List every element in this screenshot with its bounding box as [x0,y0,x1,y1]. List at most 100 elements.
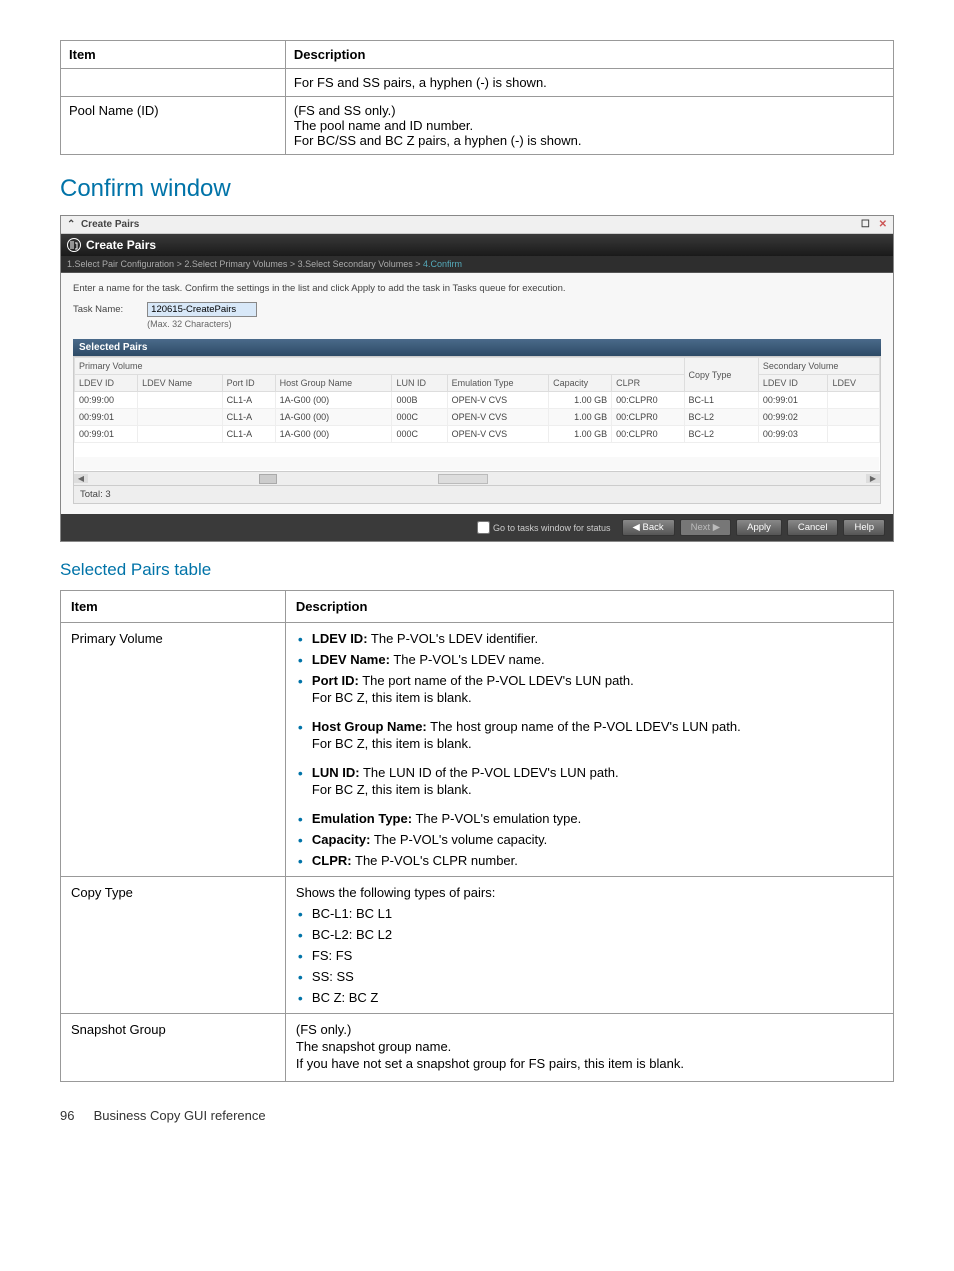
cell-ldev_id: 00:99:01 [75,409,138,426]
sep: > [287,259,297,269]
table-row: Primary VolumeLDEV ID: The P-VOL's LDEV … [61,623,894,877]
desc-line: If you have not set a snapshot group for… [296,1056,883,1071]
sub-line: For BC Z, this item is blank. [312,736,883,751]
wizard-steps: 1.Select Pair Configuration > 2.Select P… [61,256,893,273]
dialog-titlebar: ⌃ Create Pairs ☐ ✕ [61,216,893,234]
cell-item: Copy Type [61,877,286,1014]
dialog-header-text: Create Pairs [86,238,156,252]
table-row: Pool Name (ID) (FS and SS only.) The poo… [61,97,894,155]
list-item: FS: FS [296,948,883,963]
desc-intro: Shows the following types of pairs: [296,885,883,900]
sep: > [174,259,184,269]
cell-lun_id: 000C [392,426,447,443]
sep: > [413,259,423,269]
bullet-list: BC-L1: BC L1BC-L2: BC L2FS: FSSS: SSBC Z… [296,906,883,1005]
instruction-text: Enter a name for the task. Confirm the s… [73,283,881,294]
subsection-heading: Selected Pairs table [60,560,894,580]
cell-clpr: 00:CLPR0 [612,426,684,443]
list-item: Capacity: The P-VOL's volume capacity. [296,832,883,847]
cell-sec_ldev_id: 00:99:01 [758,392,828,409]
wizard-step-2[interactable]: 2.Select Primary Volumes [184,259,287,269]
cell-sec_ldev_id: 00:99:02 [758,409,828,426]
help-button[interactable]: Help [843,519,885,536]
col-sec-ldev: LDEV [828,375,880,392]
cancel-button[interactable]: Cancel [787,519,839,536]
cell-port_id: CL1-A [222,426,275,443]
cell-desc: For FS and SS pairs, a hyphen (-) is sho… [285,69,893,97]
table-row: For FS and SS pairs, a hyphen (-) is sho… [61,69,894,97]
cell-emu: OPEN-V CVS [447,392,549,409]
section-heading: Confirm window [60,175,894,203]
col-emulation: Emulation Type [447,375,549,392]
table-row[interactable]: 00:99:01CL1-A1A-G00 (00)000COPEN-V CVS1.… [75,426,880,443]
horizontal-scrollbar[interactable]: ◀ ▶ [74,471,880,485]
wizard-step-1[interactable]: 1.Select Pair Configuration [67,259,174,269]
go-to-tasks-checkbox[interactable] [477,521,490,534]
desc-line: (FS and SS only.) [294,103,885,118]
cell-item [61,69,286,97]
cell-host_group: 1A-G00 (00) [275,426,392,443]
dialog-body: Enter a name for the task. Confirm the s… [61,273,893,514]
maximize-icon[interactable]: ☐ [861,219,870,230]
cell-copy_type: BC-L1 [684,392,758,409]
bullet-list: LDEV ID: The P-VOL's LDEV identifier.LDE… [296,631,883,868]
apply-button[interactable]: Apply [736,519,782,536]
list-item: LUN ID: The LUN ID of the P-VOL LDEV's L… [296,765,883,797]
cell-host_group: 1A-G00 (00) [275,409,392,426]
wizard-step-3[interactable]: 3.Select Secondary Volumes [298,259,413,269]
scroll-right-icon[interactable]: ▶ [866,474,880,483]
cell-capacity: 1.00 GB [549,426,612,443]
cell-lun_id: 000B [392,392,447,409]
list-item: Port ID: The port name of the P-VOL LDEV… [296,673,883,705]
col-clpr: CLPR [612,375,684,392]
col-capacity: Capacity [549,375,612,392]
table-row[interactable]: 00:99:01CL1-A1A-G00 (00)000COPEN-V CVS1.… [75,409,880,426]
page-number: 96 [60,1108,90,1123]
col-sec-ldev-id: LDEV ID [758,375,828,392]
cell-item: Pool Name (ID) [61,97,286,155]
cell-copy_type: BC-L2 [684,409,758,426]
footer-title: Business Copy GUI reference [94,1108,266,1123]
collapse-icon[interactable]: ⌃ [67,219,75,230]
list-item: CLPR: The P-VOL's CLPR number. [296,853,883,868]
go-to-tasks-check[interactable]: Go to tasks window for status [477,521,611,534]
create-pairs-dialog: ⌃ Create Pairs ☐ ✕ Create Pairs 1.Select… [60,215,894,542]
dialog-title-text: Create Pairs [81,219,139,230]
cell-desc: (FS only.)The snapshot group name.If you… [285,1014,893,1082]
col-lun-id: LUN ID [392,375,447,392]
back-button[interactable]: ◀ Back [622,519,675,536]
task-name-input[interactable] [147,302,257,317]
cell-emu: OPEN-V CVS [447,409,549,426]
scroll-left-icon[interactable]: ◀ [74,474,88,483]
task-name-label: Task Name: [73,302,123,315]
cell-sec-ldev [828,426,880,443]
table-row[interactable]: 00:99:00CL1-A1A-G00 (00)000BOPEN-V CVS1.… [75,392,880,409]
cell-port_id: CL1-A [222,392,275,409]
cell-emu: OPEN-V CVS [447,426,549,443]
cell-sec-ldev [828,392,880,409]
list-item: Emulation Type: The P-VOL's emulation ty… [296,811,883,826]
list-item: BC Z: BC Z [296,990,883,1005]
desc-line: The pool name and ID number. [294,118,885,133]
dialog-footer: Go to tasks window for status ◀ Back Nex… [61,514,893,541]
cell-capacity: 1.00 GB [549,409,612,426]
table-row: Copy Type Shows the following types of pa… [61,877,894,1014]
close-icon[interactable]: ✕ [879,219,887,230]
col-item: Item [61,591,286,623]
total-row: Total: 3 [74,485,880,503]
cell-item: Primary Volume [61,623,286,877]
cell-ldev_name [138,392,223,409]
list-item: Host Group Name: The host group name of … [296,719,883,751]
selected-pairs-header: Selected Pairs [73,339,881,356]
selected-pairs-table: Primary Volume Copy Type Secondary Volum… [74,357,880,471]
sub-line: For BC Z, this item is blank. [312,690,883,705]
col-ldev-id: LDEV ID [75,375,138,392]
cell-host_group: 1A-G00 (00) [275,392,392,409]
hp-logo-icon [67,238,81,252]
desc-line: For BC/SS and BC Z pairs, a hyphen (-) i… [294,133,885,148]
task-name-hint: (Max. 32 Characters) [147,319,257,329]
list-item: LDEV Name: The P-VOL's LDEV name. [296,652,883,667]
cell-desc: (FS and SS only.) The pool name and ID n… [285,97,893,155]
list-item: BC-L1: BC L1 [296,906,883,921]
cell-sec-ldev [828,409,880,426]
